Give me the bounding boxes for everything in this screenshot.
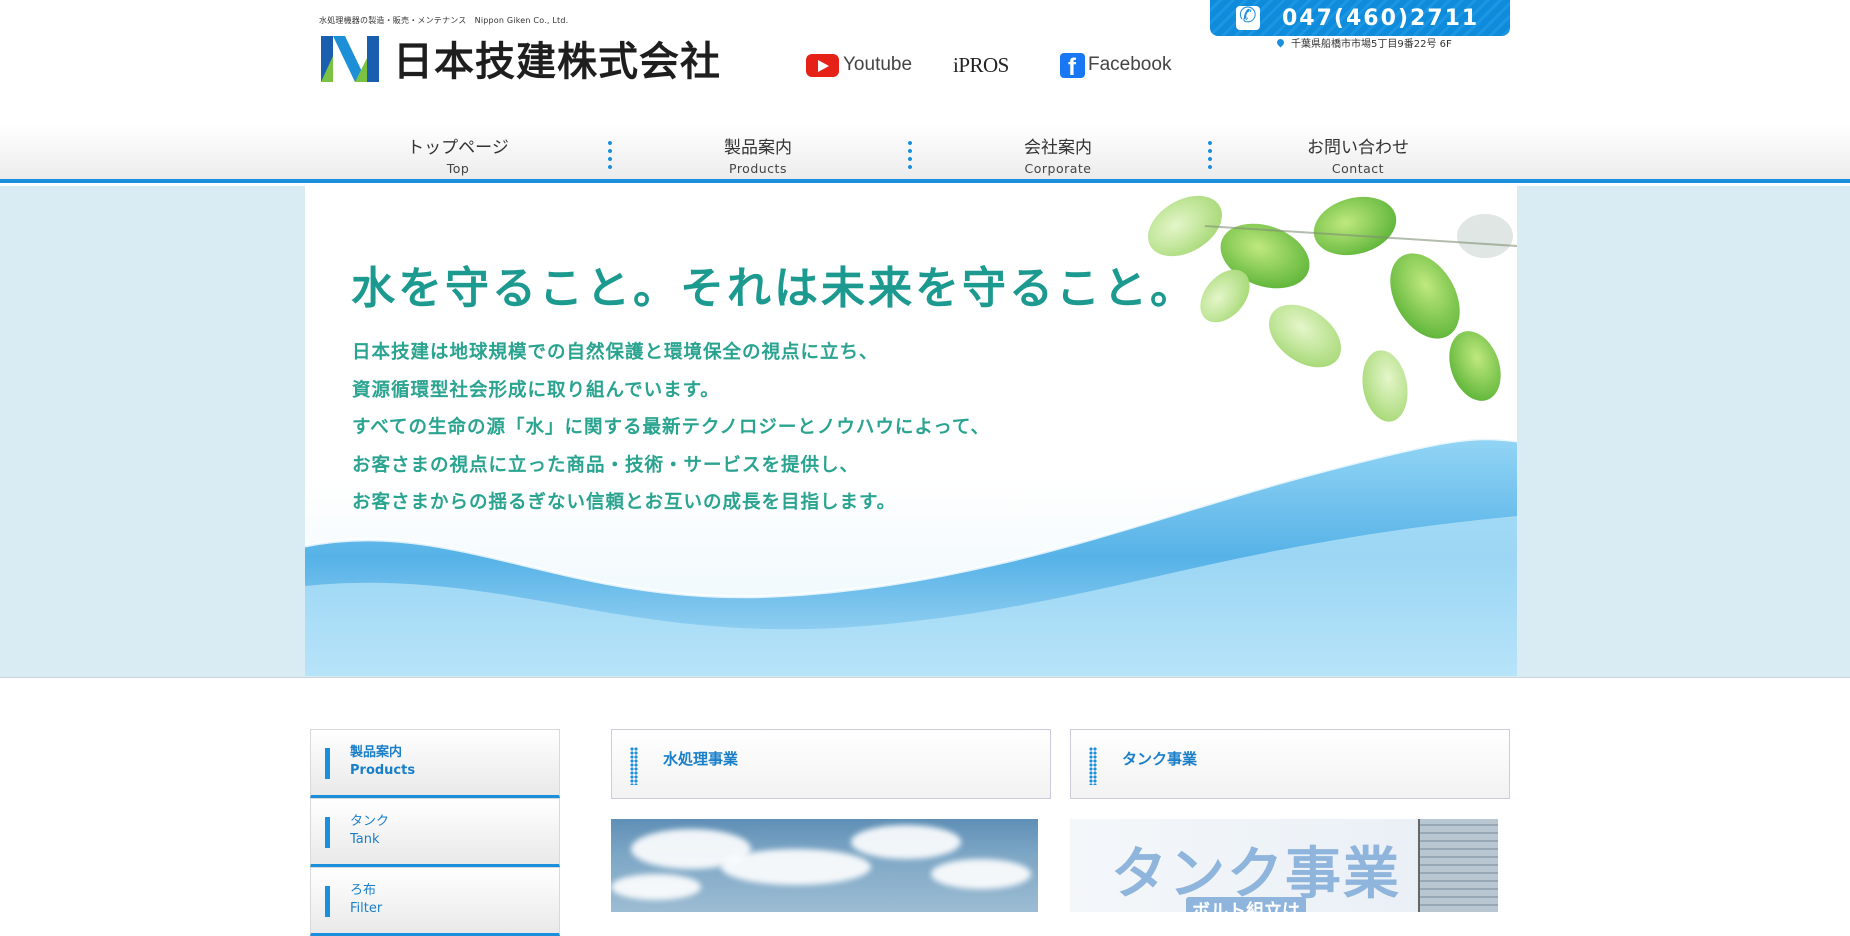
- panel-title: 水処理事業: [663, 750, 739, 768]
- water-treatment-image[interactable]: [611, 819, 1038, 912]
- tank-structure-graphic: [1418, 819, 1498, 912]
- sidebar-item-tank[interactable]: タンク Tank: [310, 798, 560, 867]
- sidebar-label-jp: 製品案内: [350, 745, 403, 760]
- sidebar-item-filter[interactable]: ろ布 Filter: [310, 867, 560, 936]
- nav-label-jp: トップページ: [407, 138, 509, 158]
- sidebar-label-en: Tank: [350, 832, 380, 847]
- facebook-label: Facebook: [1088, 54, 1172, 75]
- ipros-link[interactable]: iPROS: [953, 52, 1009, 78]
- hero-banner: 水を守ること。それは未来を守ること。 日本技建は地球規模での自然保護と環境保全の…: [305, 186, 1517, 676]
- map-pin-icon: [1275, 37, 1286, 48]
- logo-icon: [319, 32, 383, 84]
- cloud-shape: [611, 874, 701, 900]
- nav-label-jp: 会社案内: [1024, 138, 1092, 158]
- hero-line: お客さまの視点に立った商品・技術・サービスを提供し、: [352, 454, 860, 476]
- nav-item-products[interactable]: 製品案内 Products: [608, 125, 908, 183]
- facebook-icon: [1060, 52, 1085, 78]
- cloud-shape: [931, 859, 1031, 889]
- cloud-shape: [851, 825, 961, 859]
- tank-business-image[interactable]: タンク事業 ボルト組立は: [1070, 819, 1498, 912]
- company-address: 千葉県船橋市市場5丁目9番22号 6F: [1275, 35, 1452, 50]
- cloud-shape: [721, 849, 871, 885]
- panel-water-treatment-header[interactable]: 水処理事業: [611, 729, 1051, 799]
- sidebar-label-jp: ろ布: [350, 883, 377, 898]
- hero-line: 資源循環型社会形成に取り組んでいます。: [352, 379, 720, 401]
- site-tagline: 水処理機器の製造・販売・メンテナンス Nippon Giken Co., Ltd…: [319, 16, 569, 25]
- phone-icon: [1236, 3, 1260, 30]
- hero-message: 日本技建は地球規模での自然保護と環境保全の視点に立ち、 資源循環型社会形成に取り…: [352, 334, 990, 522]
- address-text: 千葉県船橋市市場5丁目9番22号 6F: [1291, 39, 1452, 50]
- panel-tank-header[interactable]: タンク事業: [1070, 729, 1510, 799]
- facebook-link[interactable]: Facebook: [1060, 52, 1171, 78]
- youtube-icon: [806, 53, 839, 77]
- ipros-logo: iPROS: [953, 52, 1009, 77]
- phone-button[interactable]: 047(460)2711: [1210, 0, 1510, 36]
- nav-item-top[interactable]: トップページ Top: [308, 125, 608, 183]
- hero-line: すべての生命の源「水」に関する最新テクノロジーとノウハウによって、: [352, 417, 990, 438]
- company-logo[interactable]: 日本技建株式会社: [319, 32, 721, 85]
- hero-line: 日本技建は地球規模での自然保護と環境保全の視点に立ち、: [352, 342, 879, 363]
- nav-label-jp: 製品案内: [724, 138, 792, 158]
- panel-title: タンク事業: [1122, 750, 1198, 768]
- nav-label-en: Corporate: [1024, 161, 1092, 176]
- sidebar-label-en: Filter: [350, 901, 383, 916]
- site-header: 水処理機器の製造・販売・メンテナンス Nippon Giken Co., Ltd…: [0, 0, 1850, 125]
- nav-item-corporate[interactable]: 会社案内 Corporate: [908, 125, 1208, 183]
- nav-label-en: Contact: [1331, 161, 1385, 176]
- hero-line: お客さまからの揺るぎない信頼とお互いの成長を目指します。: [352, 492, 897, 513]
- sidebar-label-en: Products: [350, 763, 416, 778]
- nav-item-contact[interactable]: お問い合わせ Contact: [1208, 125, 1508, 183]
- nav-label-en: Products: [729, 161, 787, 176]
- company-name: 日本技建株式会社: [393, 39, 721, 85]
- tank-image-subtitle: ボルト組立は: [1186, 897, 1306, 912]
- sidebar-item-products[interactable]: 製品案内 Products: [310, 729, 560, 798]
- phone-number: 047(460)2711: [1282, 5, 1480, 31]
- nav-label-en: Top: [446, 161, 470, 176]
- hero-title: 水を守ること。それは未来を守ること。: [351, 263, 1197, 314]
- youtube-link[interactable]: Youtube: [806, 52, 912, 78]
- sidebar-label-jp: タンク: [350, 814, 390, 829]
- global-nav: トップページ Top 製品案内 Products 会社案内 Corporate …: [0, 125, 1850, 183]
- nav-label-jp: お問い合わせ: [1307, 138, 1409, 158]
- sidebar-menu: 製品案内 Products タンク Tank ろ布 Filter: [310, 729, 560, 936]
- youtube-label: Youtube: [843, 54, 913, 75]
